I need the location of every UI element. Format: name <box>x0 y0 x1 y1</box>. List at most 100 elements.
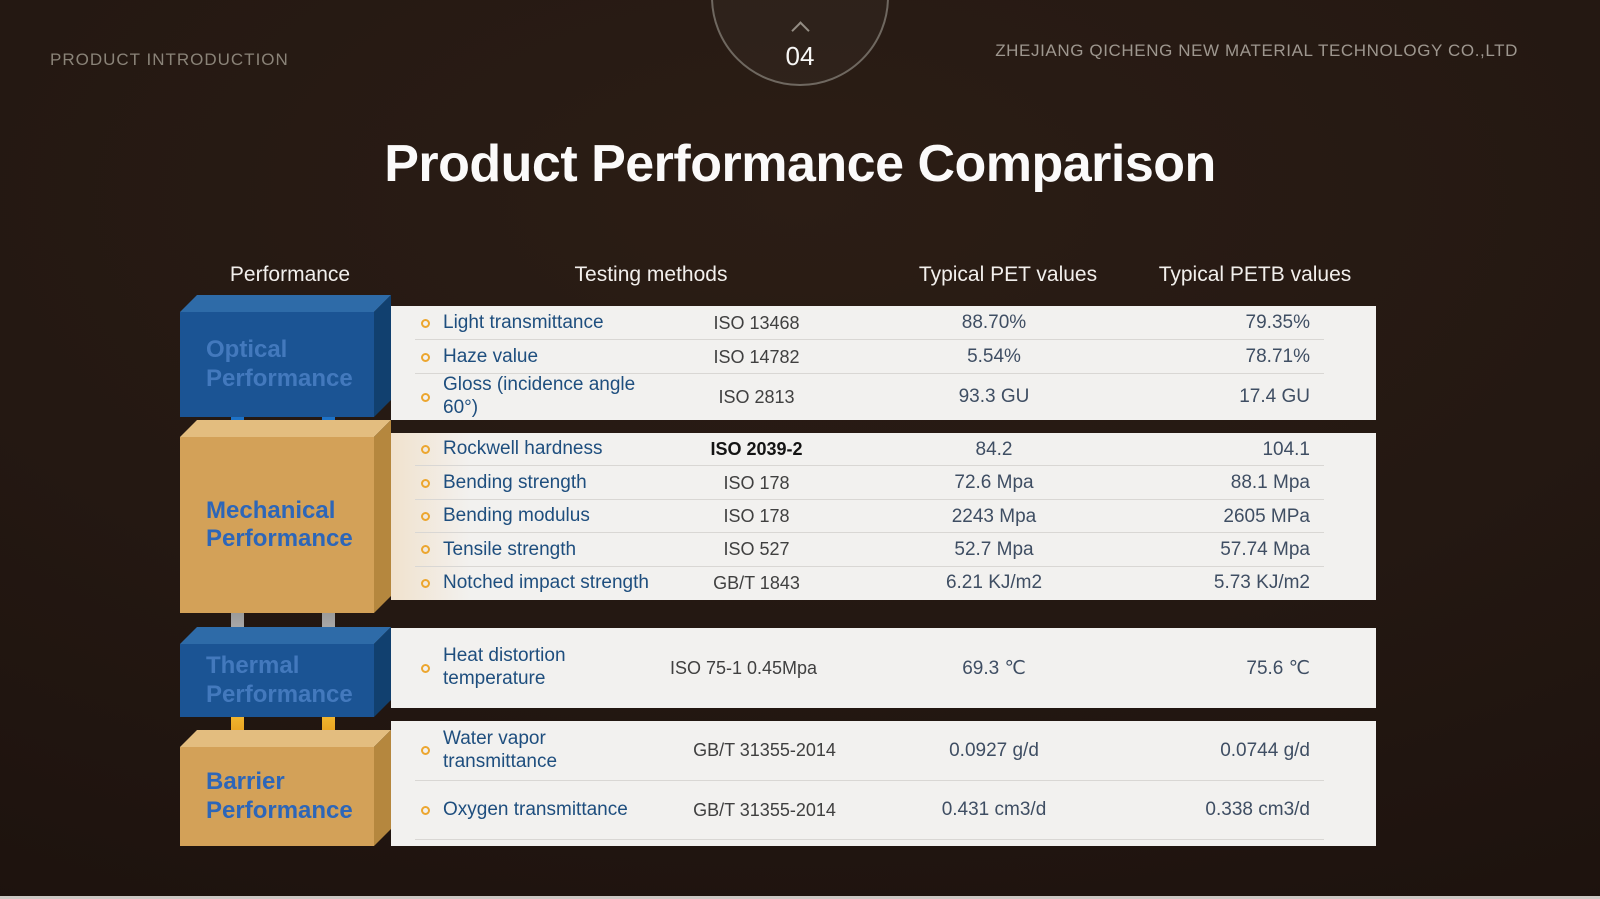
page-number: 04 <box>786 41 815 72</box>
circle-bullet-icon <box>421 746 430 755</box>
table-row: Bending modulus ISO 178 2243 Mpa 2605 MP… <box>391 500 1376 533</box>
table-row: Water vapor transmittance GB/T 31355-201… <box>391 721 1376 781</box>
pet-value: 5.54% <box>864 346 1124 368</box>
box-front-face: Mechanical Performance <box>180 437 374 613</box>
table-row: Bending strength ISO 178 72.6 Mpa 88.1 M… <box>391 466 1376 499</box>
thermal-performance-box: Thermal Performance <box>180 627 391 717</box>
pet-value: 93.3 GU <box>864 386 1124 408</box>
category-label: Barrier Performance <box>206 768 374 825</box>
testing-method: ISO 75-1 0.45Mpa <box>623 658 864 679</box>
column-header-performance: Performance <box>230 263 350 287</box>
petb-value: 75.6 ℃ <box>1124 657 1376 680</box>
barrier-section-panel: Water vapor transmittance GB/T 31355-201… <box>391 721 1376 846</box>
testing-method: ISO 178 <box>649 473 864 494</box>
box-side-face <box>374 420 391 613</box>
property-label: Heat distortion temperature <box>443 645 623 691</box>
pet-value: 69.3 ℃ <box>864 657 1124 680</box>
circle-bullet-icon <box>421 353 430 362</box>
testing-method: ISO 14782 <box>649 347 864 368</box>
property-label: Haze value <box>443 346 649 369</box>
table-row: Notched impact strength GB/T 1843 6.21 K… <box>391 567 1376 600</box>
optical-section-panel: Light transmittance ISO 13468 88.70% 79.… <box>391 306 1376 420</box>
pet-value: 0.0927 g/d <box>864 740 1124 762</box>
pet-value: 2243 Mpa <box>864 506 1124 528</box>
testing-method: GB/T 31355-2014 <box>665 800 864 821</box>
testing-method: ISO 13468 <box>649 313 864 334</box>
property-label: Light transmittance <box>443 312 649 335</box>
category-label: Optical Performance <box>206 336 374 393</box>
circle-bullet-icon <box>421 393 430 402</box>
property-label: Bending strength <box>443 472 649 495</box>
circle-bullet-icon <box>421 806 430 815</box>
circle-bullet-icon <box>421 545 430 554</box>
box-front-face: Optical Performance <box>180 312 374 417</box>
table-row: Gloss (incidence angle 60°) ISO 2813 93.… <box>391 374 1376 420</box>
circle-bullet-icon <box>421 319 430 328</box>
box-side-face <box>374 730 391 846</box>
pet-value: 52.7 Mpa <box>864 539 1124 561</box>
petb-value: 5.73 KJ/m2 <box>1124 572 1376 594</box>
property-label: Notched impact strength <box>443 572 649 595</box>
petb-value: 88.1 Mpa <box>1124 472 1376 494</box>
box-top-face <box>180 730 391 747</box>
petb-value: 17.4 GU <box>1124 386 1376 408</box>
circle-bullet-icon <box>421 479 430 488</box>
property-label: Gloss (incidence angle 60°) <box>443 374 649 420</box>
optical-performance-box: Optical Performance <box>180 295 391 417</box>
page-title: Product Performance Comparison <box>0 134 1600 194</box>
table-row: Rockwell hardness ISO 2039-2 84.2 104.1 <box>391 433 1376 466</box>
testing-method: ISO 178 <box>649 506 864 527</box>
property-label: Rockwell hardness <box>443 438 649 461</box>
testing-method: GB/T 1843 <box>649 573 864 594</box>
pet-value: 0.431 cm3/d <box>864 799 1124 821</box>
circle-bullet-icon <box>421 445 430 454</box>
box-top-face <box>180 627 391 644</box>
table-row: Heat distortion temperature ISO 75-1 0.4… <box>391 628 1376 708</box>
property-label: Tensile strength <box>443 539 649 562</box>
box-front-face: Barrier Performance <box>180 747 374 846</box>
mechanical-performance-box: Mechanical Performance <box>180 420 391 613</box>
box-side-face <box>374 295 391 417</box>
property-label: Oxygen transmittance <box>443 799 665 822</box>
chevron-up-icon <box>791 21 809 39</box>
table-row: Light transmittance ISO 13468 88.70% 79.… <box>391 306 1376 340</box>
mechanical-section-panel: Rockwell hardness ISO 2039-2 84.2 104.1 … <box>391 433 1376 600</box>
pet-value: 84.2 <box>864 439 1124 461</box>
testing-method: ISO 2039-2 <box>649 439 864 460</box>
pet-value: 88.70% <box>864 312 1124 334</box>
petb-value: 104.1 <box>1124 439 1376 461</box>
slide: PRODUCT INTRODUCTION ZHEJIANG QICHENG NE… <box>0 0 1600 899</box>
category-label: Thermal Performance <box>206 652 374 709</box>
table-row: Oxygen transmittance GB/T 31355-2014 0.4… <box>391 781 1376 841</box>
petb-value: 0.0744 g/d <box>1124 740 1376 762</box>
testing-method: GB/T 31355-2014 <box>665 740 864 761</box>
column-header-pet-values: Typical PET values <box>919 263 1097 287</box>
table-row: Haze value ISO 14782 5.54% 78.71% <box>391 340 1376 374</box>
petb-value: 57.74 Mpa <box>1124 539 1376 561</box>
box-front-face: Thermal Performance <box>180 644 374 717</box>
slide-eyebrow: PRODUCT INTRODUCTION <box>50 50 289 70</box>
testing-method: ISO 527 <box>649 539 864 560</box>
property-label: Bending modulus <box>443 505 649 528</box>
pet-value: 6.21 KJ/m2 <box>864 572 1124 594</box>
petb-value: 79.35% <box>1124 312 1376 334</box>
petb-value: 0.338 cm3/d <box>1124 799 1376 821</box>
testing-method: ISO 2813 <box>649 387 864 408</box>
box-top-face <box>180 295 391 312</box>
category-label: Mechanical Performance <box>206 497 374 554</box>
table-row: Tensile strength ISO 527 52.7 Mpa 57.74 … <box>391 533 1376 566</box>
circle-bullet-icon <box>421 512 430 521</box>
thermal-section-panel: Heat distortion temperature ISO 75-1 0.4… <box>391 628 1376 708</box>
circle-bullet-icon <box>421 579 430 588</box>
company-name: ZHEJIANG QICHENG NEW MATERIAL TECHNOLOGY… <box>995 41 1518 61</box>
circle-bullet-icon <box>421 664 430 673</box>
pet-value: 72.6 Mpa <box>864 472 1124 494</box>
petb-value: 78.71% <box>1124 346 1376 368</box>
column-header-petb-values: Typical PETB values <box>1159 263 1352 287</box>
page-number-circle: 04 <box>711 0 889 86</box>
petb-value: 2605 MPa <box>1124 506 1376 528</box>
box-top-face <box>180 420 391 437</box>
property-label: Water vapor transmittance <box>443 728 665 774</box>
barrier-performance-box: Barrier Performance <box>180 730 391 846</box>
column-header-testing-methods: Testing methods <box>575 263 728 287</box>
